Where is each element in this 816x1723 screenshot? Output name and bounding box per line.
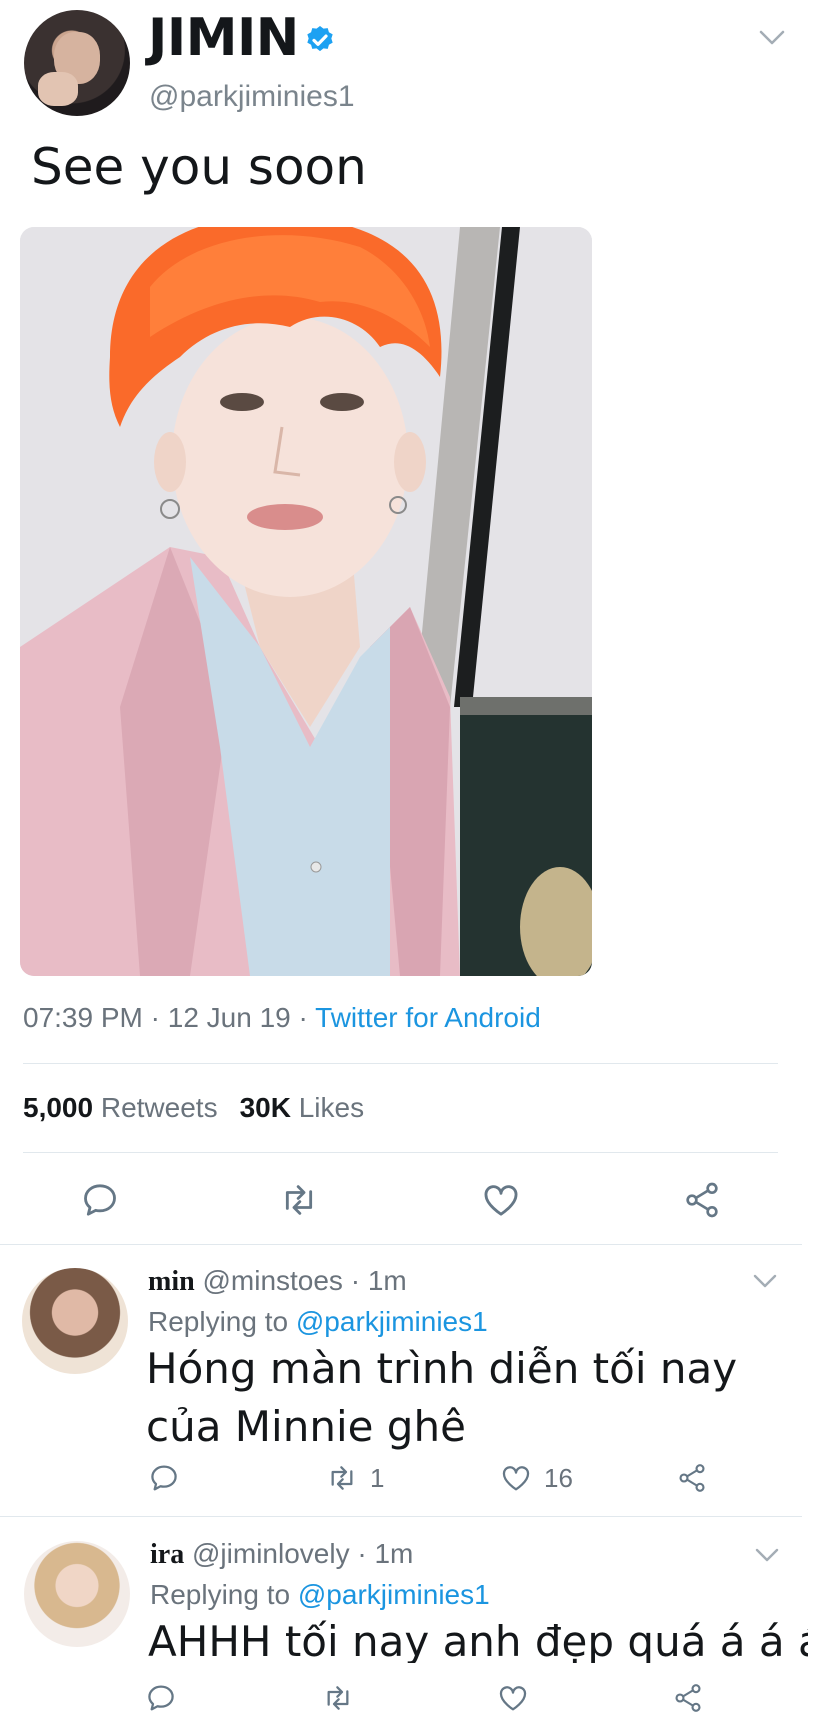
like-action[interactable]: 16 — [500, 1462, 573, 1494]
retweets-label: Retweets — [100, 1092, 218, 1123]
divider — [0, 1516, 802, 1517]
divider — [23, 1063, 778, 1064]
retweet-action[interactable] — [322, 1682, 354, 1714]
divider — [0, 1244, 802, 1245]
retweet-icon — [331, 1466, 353, 1490]
verified-icon — [307, 26, 333, 52]
meta-separator: · — [298, 1002, 308, 1033]
like-action[interactable] — [497, 1682, 529, 1714]
reply-action[interactable] — [145, 1682, 177, 1714]
share-action[interactable] — [672, 1682, 704, 1714]
tweet-stats: 5,000 Retweets 30K Likes — [23, 1092, 364, 1124]
retweet-count: 1 — [370, 1462, 385, 1493]
retweet-action[interactable]: 1 — [326, 1462, 384, 1494]
retweet-count: 5,000 — [23, 1092, 94, 1123]
reply-avatar[interactable] — [22, 1268, 128, 1374]
retweet-icon — [327, 1686, 349, 1710]
replying-to-line: Replying to @parkjiminies1 — [148, 1306, 488, 1338]
tweet-photo[interactable] — [20, 227, 592, 976]
divider — [23, 1152, 778, 1153]
reply-text: AHHH tối nay anh đẹp quá á á á — [148, 1617, 808, 1663]
reply-display-name: min — [148, 1266, 195, 1297]
tweet-timestamp: 07:39 PM · 12 Jun 19 · Twitter for Andro… — [23, 1002, 541, 1034]
tweet-time: 07:39 PM — [23, 1002, 143, 1033]
reply-header[interactable]: ira @jiminlovely · 1m — [150, 1538, 413, 1571]
chevron-down-icon[interactable] — [752, 1272, 778, 1290]
reply-age: 1m — [367, 1265, 407, 1296]
like-icon[interactable] — [481, 1180, 521, 1220]
replying-label: Replying to — [148, 1306, 289, 1337]
chevron-down-icon[interactable] — [754, 1546, 780, 1564]
replying-to-line: Replying to @parkjiminies1 — [150, 1579, 490, 1611]
reply-display-name: ira — [150, 1539, 185, 1570]
reply-text: Hóng màn trình diễn tối nay của Minnie g… — [146, 1344, 738, 1451]
author-avatar[interactable] — [24, 10, 130, 116]
share-action[interactable] — [676, 1462, 708, 1494]
replying-mention-link[interactable]: @parkjiminies1 — [296, 1306, 488, 1337]
meta-separator: · — [357, 1538, 367, 1569]
author-display-name[interactable]: JIMIN — [148, 8, 299, 68]
like-icon — [502, 1466, 530, 1491]
reply-icon[interactable] — [80, 1180, 120, 1220]
share-icon[interactable] — [682, 1180, 722, 1220]
share-icon — [675, 1684, 701, 1712]
reply-age: 1m — [374, 1538, 414, 1569]
likes-stat[interactable]: 30K Likes — [240, 1092, 365, 1123]
like-count: 16 — [544, 1462, 573, 1493]
reply-action[interactable] — [148, 1462, 180, 1494]
like-count: 30K — [239, 1092, 291, 1123]
reply-icon — [151, 1465, 177, 1491]
reply-handle: @jiminlovely — [192, 1538, 350, 1569]
replying-label: Replying to — [150, 1579, 291, 1610]
reply-icon — [148, 1685, 174, 1711]
retweets-stat[interactable]: 5,000 Retweets — [23, 1092, 218, 1123]
author-handle[interactable]: @parkjiminies1 — [149, 80, 355, 114]
likes-label: Likes — [298, 1092, 365, 1123]
tweet-date: 12 Jun 19 — [167, 1002, 291, 1033]
meta-separator: · — [350, 1265, 361, 1296]
reply-handle: @minstoes — [202, 1265, 343, 1296]
share-icon — [679, 1464, 705, 1492]
retweet-icon[interactable] — [279, 1180, 319, 1220]
meta-separator: · — [150, 1002, 160, 1033]
replying-mention-link[interactable]: @parkjiminies1 — [298, 1579, 490, 1610]
tweet-text: See you soon — [31, 138, 367, 196]
chevron-down-icon[interactable] — [758, 28, 786, 48]
reply-header[interactable]: min @minstoes · 1m — [148, 1265, 407, 1298]
tweet-source-link[interactable]: Twitter for Android — [315, 1002, 541, 1033]
reply-avatar[interactable] — [24, 1541, 130, 1647]
like-icon — [499, 1686, 527, 1711]
